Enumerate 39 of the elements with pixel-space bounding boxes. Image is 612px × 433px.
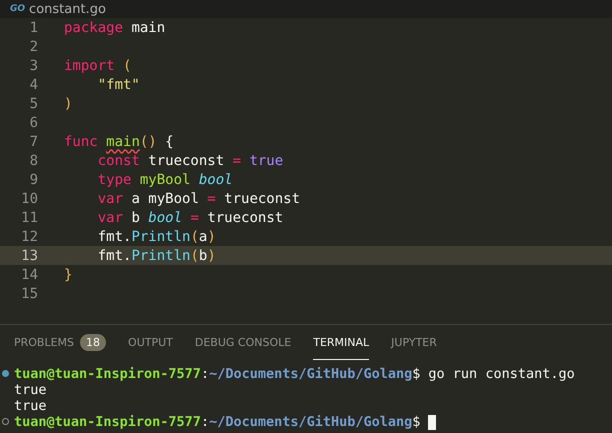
code-line: fmt.Println(a) <box>96 228 216 244</box>
panel-tab[interactable]: JUPYTER <box>391 325 437 360</box>
line-number: 12 <box>20 228 38 244</box>
problems-count-badge: 18 <box>80 334 106 351</box>
code-line: type myBool bool <box>96 172 233 188</box>
line-number: 4 <box>28 76 38 92</box>
line-number: 9 <box>28 172 38 188</box>
code-line: var b bool = trueconst <box>96 210 284 226</box>
terminal-output: true <box>14 382 47 398</box>
terminal-prompt-line: tuan@tuan-Inspiron-7577:~/Documents/GitHub/Golang$ go run constant.go <box>14 366 575 382</box>
line-number: 6 <box>28 114 38 130</box>
line-number: 5 <box>28 96 38 112</box>
panel-tab[interactable]: OUTPUT <box>128 325 173 360</box>
line-number: 13 <box>20 248 38 264</box>
code-line: "fmt" <box>96 76 140 92</box>
line-number: 3 <box>28 58 38 74</box>
code-line: func main() { <box>64 134 174 150</box>
line-number: 10 <box>20 190 38 206</box>
line-number: 11 <box>20 210 38 226</box>
panel-tab[interactable]: TERMINAL <box>313 325 370 360</box>
panel-tab[interactable]: DEBUG CONSOLE <box>194 325 292 360</box>
line-number: 8 <box>28 152 38 168</box>
line-number: 2 <box>28 38 38 54</box>
file-tab[interactable]: constant.go <box>29 2 106 16</box>
line-number: 1 <box>28 20 38 36</box>
terminal-prompt-line: tuan@tuan-Inspiron-7577:~/Documents/GitHub/Golang$ <box>14 414 420 430</box>
code-line: ) <box>64 96 72 112</box>
code-line: fmt.Println(b) <box>96 248 216 264</box>
code-line: import ( <box>64 58 132 74</box>
terminal-output: true <box>14 398 47 414</box>
line-number: 15 <box>20 286 38 302</box>
code-line: } <box>64 266 72 282</box>
code-line: var a myBool = trueconst <box>96 190 300 206</box>
go-file-icon: GO <box>10 4 26 14</box>
code-line: const trueconst = true <box>96 152 284 168</box>
panel-tab[interactable]: PROBLEMS 18 <box>14 325 106 360</box>
line-number: 14 <box>20 266 38 282</box>
line-number: 7 <box>28 134 38 150</box>
code-line: package main <box>64 20 166 36</box>
